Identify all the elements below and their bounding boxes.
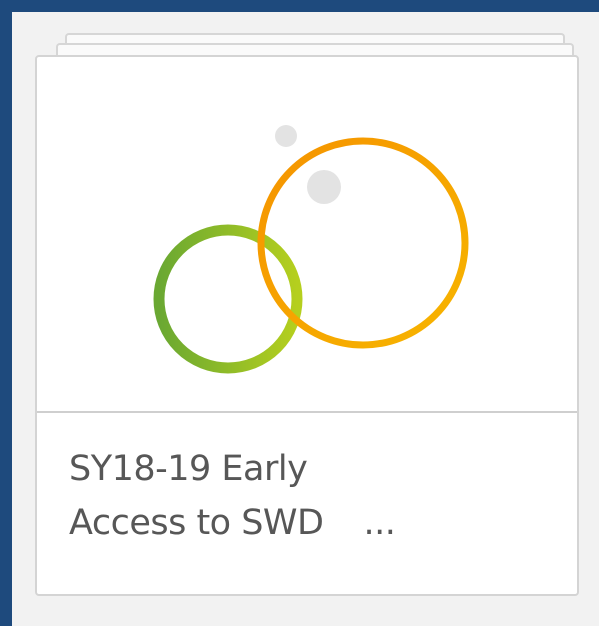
card-divider [37, 411, 577, 413]
large-grey-dot [307, 170, 341, 204]
app-title-line-2: Access to SWD... [69, 496, 539, 550]
app-thumbnail [37, 57, 577, 411]
app-panel: SY18-19 Early Access to SWD... [12, 12, 599, 626]
orange-ring [257, 137, 469, 349]
app-title-line-2-text: Access to SWD [69, 503, 324, 543]
small-grey-dot [275, 125, 297, 147]
app-title-line-1: SY18-19 Early [69, 449, 308, 489]
app-card[interactable]: SY18-19 Early Access to SWD... [35, 55, 579, 596]
title-ellipsis: ... [363, 503, 396, 543]
overlapping-circles-icon [153, 125, 469, 374]
app-title: SY18-19 Early Access to SWD... [69, 442, 539, 550]
